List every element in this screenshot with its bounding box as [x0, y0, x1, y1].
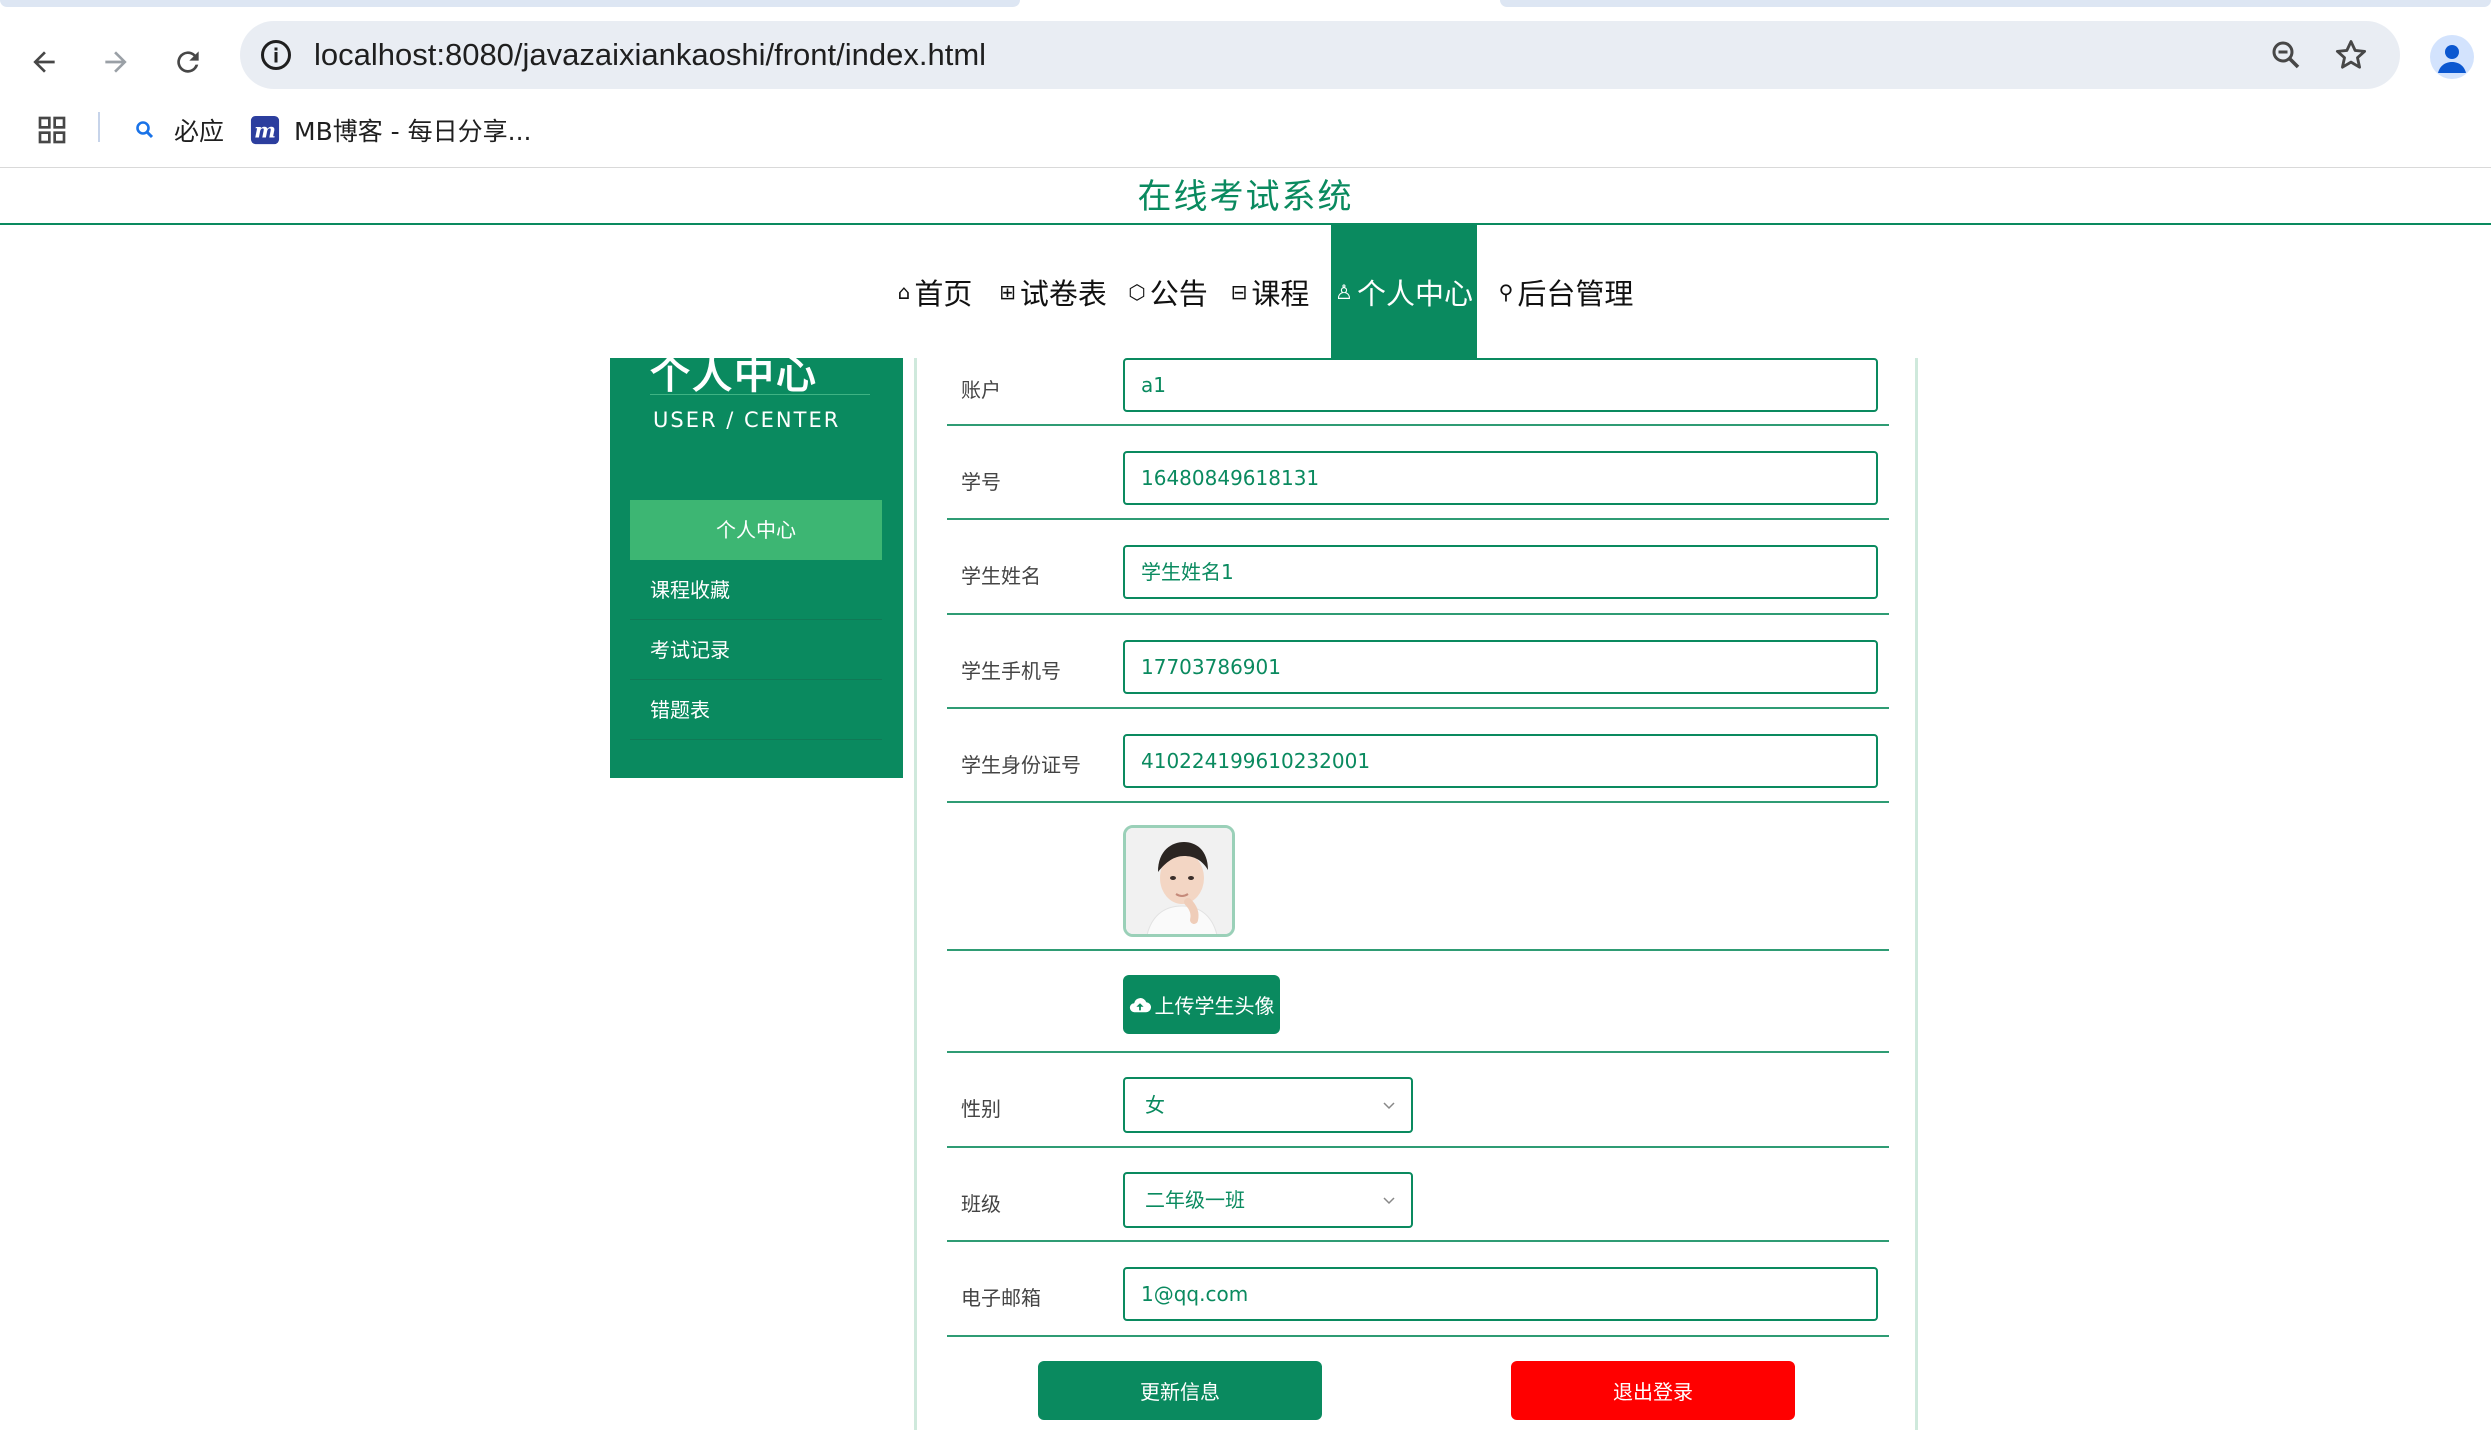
nav-label: 课程: [1251, 276, 1310, 311]
sidebar-divider: [650, 394, 870, 395]
nav-exam-papers[interactable]: ⊞ 试卷表: [998, 225, 1108, 358]
update-info-button[interactable]: 更新信息: [1038, 1361, 1322, 1420]
site-info-icon[interactable]: [258, 37, 294, 73]
sidebar-menu: 个人中心 课程收藏 考试记录 错题表: [630, 500, 882, 740]
sidebar-subtitle: USER / CENTER: [653, 408, 841, 432]
sidebar-item-exam-records[interactable]: 考试记录: [630, 620, 882, 680]
bookmarks-bar: 必应 m MB博客 - 每日分享...: [0, 108, 2491, 168]
form-row-account: 账户 a1: [947, 358, 1889, 426]
nav-personal-center[interactable]: ♙ 个人中心: [1331, 225, 1477, 358]
portrait-image: [1126, 828, 1232, 934]
site-title: 在线考试系统: [1137, 177, 1354, 217]
field-label: 电子邮箱: [961, 1286, 1041, 1310]
chevron-down-icon: [1383, 1197, 1395, 1205]
nav-label: 个人中心: [1356, 276, 1473, 311]
nav-label: 首页: [914, 276, 973, 311]
student-avatar: [1123, 825, 1235, 937]
sidebar: 个人中心 USER / CENTER 个人中心 课程收藏 考试记录 错题表: [610, 352, 903, 778]
form-row-id-card: 学生身份证号 410224199610232001: [947, 709, 1889, 803]
address-bar[interactable]: localhost:8080/javazaixiankaoshi/front/i…: [240, 21, 2400, 89]
student-id-input[interactable]: 16480849618131: [1123, 451, 1878, 505]
account-input[interactable]: a1: [1123, 358, 1878, 412]
form-row-email: 电子邮箱 1@qq.com: [947, 1242, 1889, 1337]
apps-grid-icon[interactable]: [36, 114, 68, 146]
sidebar-item-wrong-questions[interactable]: 错题表: [630, 680, 882, 740]
bookmark-mb-blog[interactable]: m MB博客 - 每日分享...: [250, 108, 531, 152]
student-name-input[interactable]: 学生姓名1: [1123, 545, 1878, 599]
form-row-class: 班级 二年级一班: [947, 1148, 1889, 1242]
cloud-upload-icon: [1129, 997, 1151, 1012]
tab-strip: [0, 0, 2491, 8]
field-label: 性别: [961, 1097, 1001, 1121]
nav-label: 公告: [1149, 276, 1208, 311]
nav-announcements[interactable]: ⬡ 公告: [1126, 225, 1210, 358]
sidebar-title: 个人中心: [650, 352, 818, 398]
form-row-upload: 上传学生头像: [947, 951, 1889, 1053]
form-row-student-name: 学生姓名 学生姓名1: [947, 520, 1889, 615]
user-icon: [2438, 45, 2466, 73]
tab-strip-left: [0, 0, 1020, 7]
bookmark-star-icon[interactable]: [2332, 36, 2370, 74]
upload-avatar-button[interactable]: 上传学生头像: [1123, 975, 1280, 1034]
browser-toolbar: localhost:8080/javazaixiankaoshi/front/i…: [0, 8, 2491, 108]
back-button[interactable]: [16, 34, 72, 90]
grid-icon: ⊞: [999, 279, 1016, 304]
form-row-gender: 性别 女: [947, 1053, 1889, 1148]
bookmark-label: 必应: [174, 117, 225, 146]
url-text[interactable]: localhost:8080/javazaixiankaoshi/front/i…: [314, 21, 986, 89]
bookmark-bing[interactable]: 必应: [130, 108, 224, 152]
cube-icon: ⬡: [1128, 279, 1146, 304]
bookmarks-separator: [98, 112, 100, 142]
form-row-student-id: 学号 16480849618131: [947, 426, 1889, 520]
field-label: 班级: [961, 1192, 1001, 1216]
sidebar-item-course-favorites[interactable]: 课程收藏: [630, 560, 882, 620]
nav-admin[interactable]: ⚲ 后台管理: [1497, 225, 1635, 358]
nav-home[interactable]: ⌂ 首页: [893, 225, 977, 358]
profile-avatar[interactable]: [2430, 35, 2474, 79]
form-row-phone: 学生手机号 17703786901: [947, 615, 1889, 709]
bookmark-label: MB博客 - 每日分享...: [294, 117, 532, 146]
upload-avatar-label: 上传学生头像: [1154, 994, 1275, 1018]
gender-value: 女: [1145, 1093, 1165, 1117]
nav-courses[interactable]: ⊟ 课程: [1228, 225, 1312, 358]
form-row-avatar: [947, 803, 1889, 951]
nav-label: 后台管理: [1517, 276, 1634, 311]
user-icon: ♙: [1335, 279, 1353, 304]
forward-button[interactable]: [88, 34, 144, 90]
search-icon: [130, 115, 160, 145]
zoom-icon[interactable]: [2268, 37, 2304, 73]
field-label: 学生身份证号: [961, 753, 1081, 777]
forward-arrow-icon: [105, 51, 127, 73]
id-card-input[interactable]: 410224199610232001: [1123, 734, 1878, 788]
logout-button[interactable]: 退出登录: [1511, 1361, 1795, 1420]
phone-input[interactable]: 17703786901: [1123, 640, 1878, 694]
sidebar-item-personal-center[interactable]: 个人中心: [630, 500, 882, 560]
class-value: 二年级一班: [1145, 1188, 1245, 1212]
field-label: 学生手机号: [961, 659, 1061, 683]
back-arrow-icon: [33, 51, 55, 73]
profile-form: 账户 a1 学号 16480849618131 学生姓名 学生姓名1 学生手机号…: [914, 358, 1918, 1430]
main-nav: ⌂ 首页 ⊞ 试卷表 ⬡ 公告 ⊟ 课程 ♙ 个人中心 ⚲ 后台管理: [0, 225, 2491, 358]
link-icon: ⚲: [1498, 279, 1514, 304]
email-input[interactable]: 1@qq.com: [1123, 1267, 1878, 1321]
svg-text:m: m: [254, 119, 276, 143]
class-select[interactable]: 二年级一班: [1123, 1172, 1413, 1228]
field-label: 学号: [961, 470, 1001, 494]
reload-button[interactable]: [160, 34, 216, 90]
site-header: 在线考试系统: [0, 169, 2491, 225]
m-logo-icon: m: [250, 115, 280, 145]
nav-label: 试卷表: [1019, 276, 1107, 311]
tab-strip-right: [1500, 0, 2491, 7]
gift-icon: ⊟: [1230, 279, 1248, 304]
field-label: 学生姓名: [961, 564, 1041, 588]
home-icon: ⌂: [897, 279, 911, 304]
field-label: 账户: [961, 378, 1001, 402]
chevron-down-icon: [1383, 1102, 1395, 1110]
reload-icon: [177, 51, 199, 73]
gender-select[interactable]: 女: [1123, 1077, 1413, 1133]
